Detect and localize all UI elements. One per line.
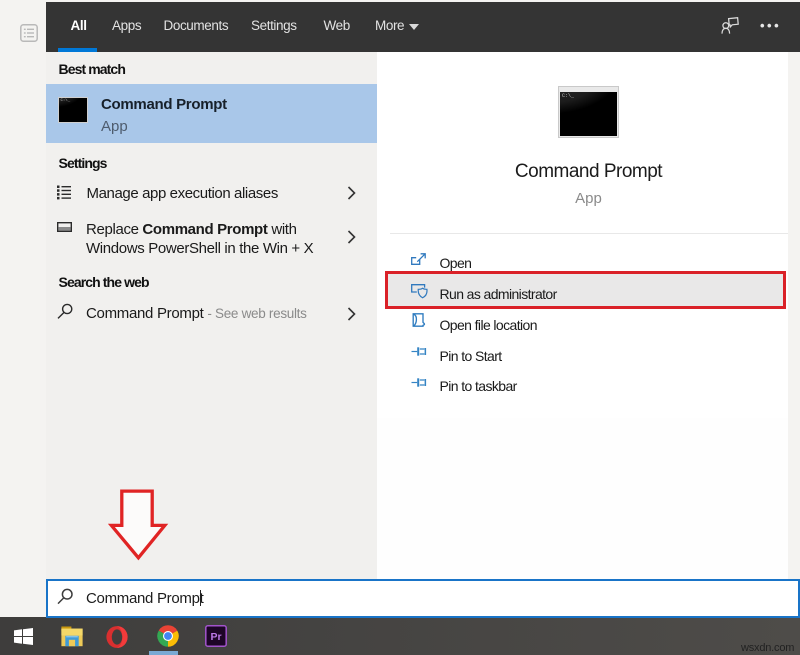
svg-text:Pr: Pr bbox=[210, 631, 221, 643]
